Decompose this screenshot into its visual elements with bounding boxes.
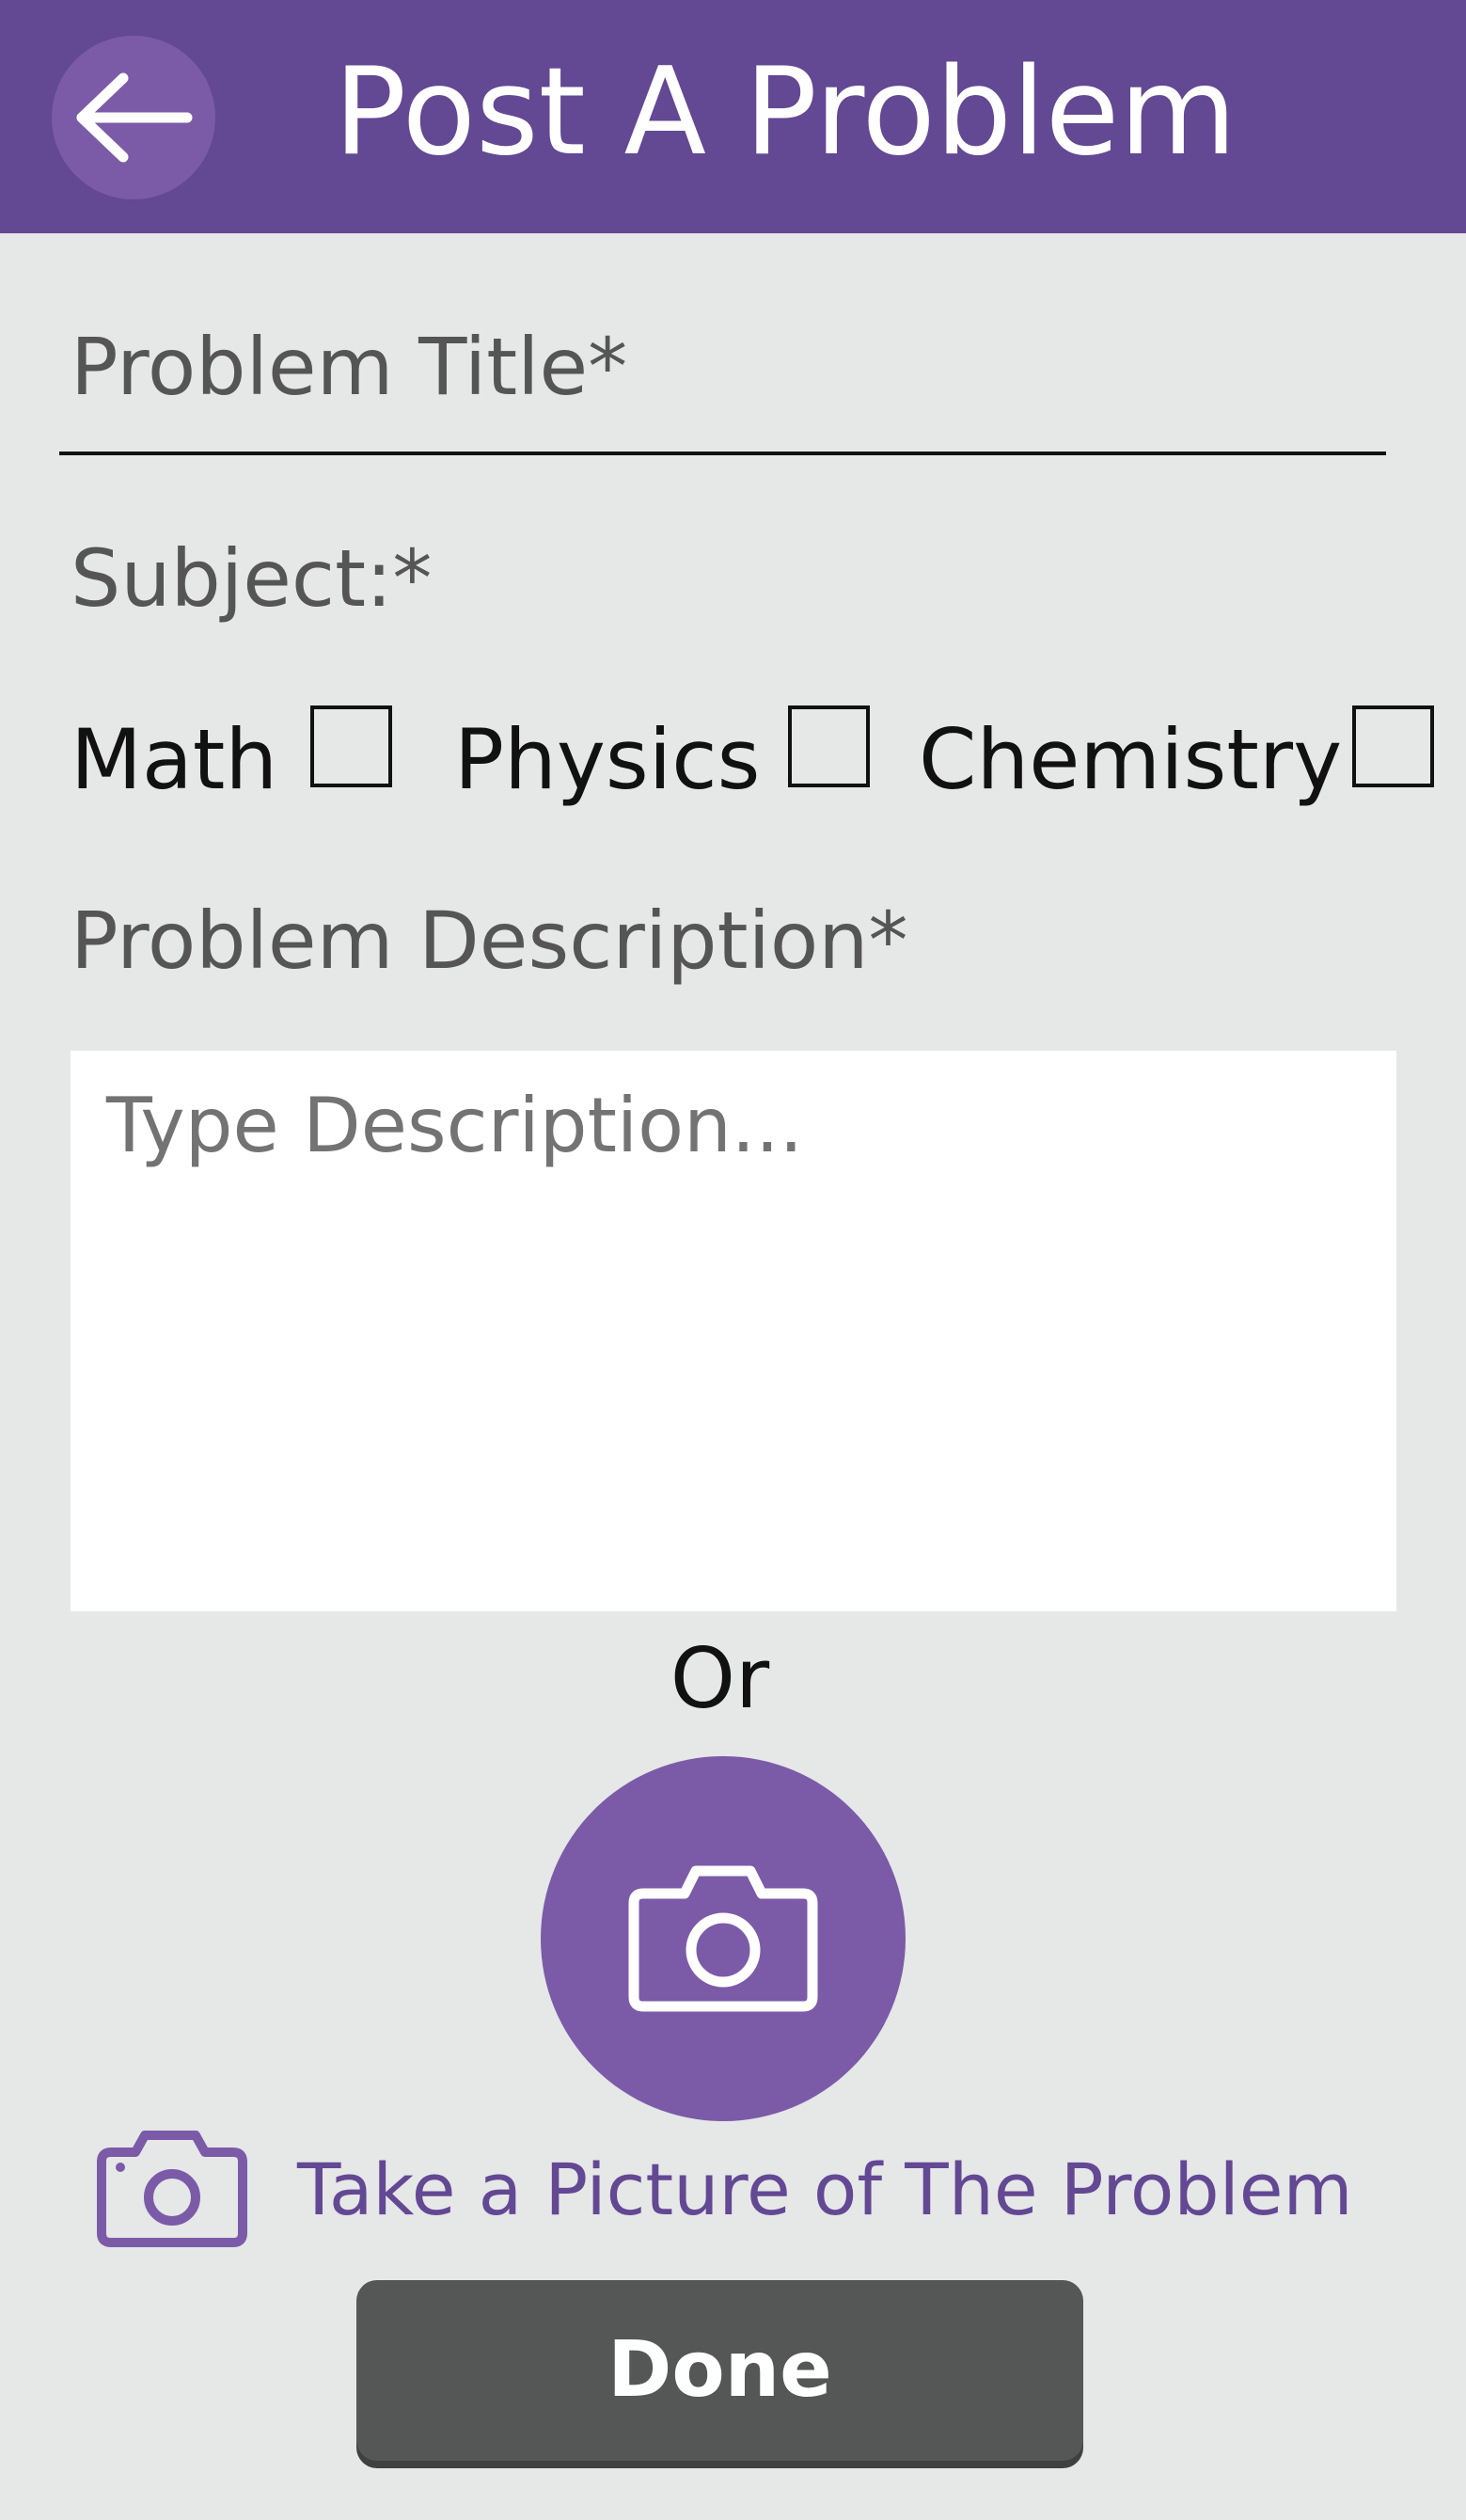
take-picture-link[interactable]: Take a Picture of The Problem — [94, 2128, 1353, 2250]
subject-label: Subject:* — [71, 532, 433, 625]
take-picture-label: Take a Picture of The Problem — [297, 2148, 1353, 2231]
back-button[interactable] — [52, 36, 215, 199]
physics-checkbox[interactable] — [788, 705, 870, 787]
app-header: Post A Problem — [0, 0, 1466, 233]
subject-option-label: Chemistry — [919, 711, 1343, 808]
subject-option-math[interactable]: Math — [71, 708, 277, 812]
problem-title-input[interactable]: Problem Title* — [59, 310, 1386, 455]
camera-icon — [628, 1865, 818, 2012]
or-separator: Or — [670, 1630, 770, 1727]
subject-option-label: Physics — [454, 711, 761, 808]
done-button-label: Done — [607, 2325, 832, 2415]
problem-description-input[interactable]: Type Description... — [71, 1051, 1396, 1611]
math-checkbox[interactable] — [310, 705, 392, 787]
problem-description-label: Problem Description* — [71, 895, 908, 987]
camera-icon — [97, 2131, 247, 2247]
subject-option-label: Math — [71, 711, 278, 808]
subject-option-chemistry[interactable]: Chemistry — [919, 708, 1342, 812]
subject-option-physics[interactable]: Physics — [454, 708, 760, 812]
page-title: Post A Problem — [334, 42, 1237, 182]
chemistry-checkbox[interactable] — [1352, 705, 1434, 787]
problem-title-placeholder: Problem Title* — [71, 321, 628, 413]
arrow-left-icon — [76, 72, 193, 163]
description-placeholder: Type Description... — [106, 1082, 804, 1169]
done-button[interactable]: Done — [356, 2280, 1083, 2461]
camera-button[interactable] — [541, 1756, 906, 2121]
